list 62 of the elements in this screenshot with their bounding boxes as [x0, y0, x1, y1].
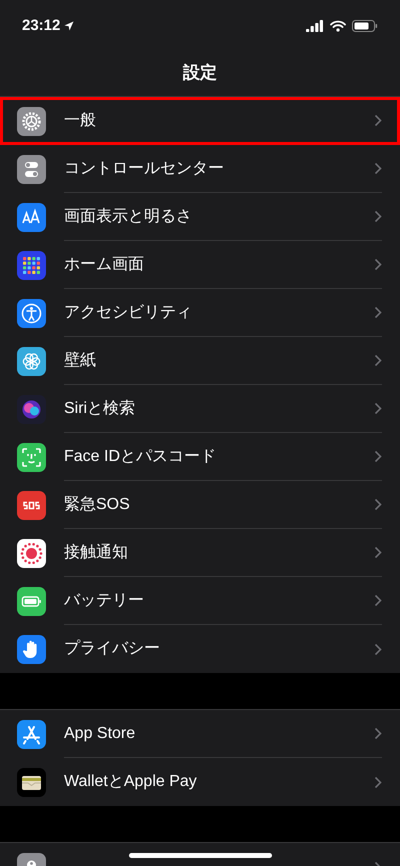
- chevron-icon: [374, 210, 382, 223]
- status-time: 23:12: [22, 16, 60, 36]
- battery-status-icon: [352, 20, 378, 32]
- row-label: コントロールセンター: [64, 158, 224, 178]
- chevron-icon: [374, 642, 382, 656]
- person-icon: [17, 298, 46, 328]
- settings-row[interactable]: 一般: [0, 97, 400, 145]
- settings-row[interactable]: アクセシビリティ: [0, 289, 400, 337]
- settings-row[interactable]: コントロールセンター: [0, 145, 400, 193]
- row-label: ホーム画面: [64, 254, 144, 274]
- row-label: バッテリー: [64, 590, 144, 610]
- battery-icon: [17, 586, 46, 616]
- settings-row[interactable]: App Store: [0, 710, 400, 758]
- row-label: 壁紙: [64, 350, 96, 370]
- row-label: 接触通知: [64, 542, 128, 562]
- settings-row[interactable]: Siriと検索: [0, 385, 400, 433]
- chevron-icon: [374, 498, 382, 511]
- chevron-icon: [374, 546, 382, 559]
- row-label: WalletとApple Pay: [64, 772, 197, 792]
- page-title: 設定: [183, 62, 217, 84]
- signal-icon: [306, 20, 324, 32]
- chevron-icon: [374, 594, 382, 607]
- settings-row[interactable]: Face IDとパスコード: [0, 433, 400, 481]
- gear-icon: [17, 106, 46, 136]
- chevron-icon: [374, 402, 382, 415]
- settings-row[interactable]: WalletとApple Pay: [0, 758, 400, 806]
- toggles-icon: [17, 154, 46, 184]
- location-arrow-icon: [64, 21, 74, 31]
- settings-row[interactable]: 緊急SOS: [0, 481, 400, 529]
- flower-icon: [17, 346, 46, 376]
- chevron-icon: [374, 114, 382, 127]
- row-label: アクセシビリティ: [64, 302, 192, 322]
- row-label: 画面表示と明るさ: [64, 206, 192, 226]
- app-store-icon: [17, 720, 46, 748]
- row-label: Siriと検索: [64, 398, 136, 418]
- settings-row[interactable]: 接触通知: [0, 529, 400, 577]
- row-label: プライバシー: [64, 638, 160, 659]
- face-scan-icon: [17, 442, 46, 472]
- chevron-icon: [374, 727, 382, 740]
- letters-icon: [17, 202, 46, 232]
- row-label: App Store: [64, 724, 136, 744]
- chevron-icon: [374, 306, 382, 319]
- hand-icon: [17, 634, 46, 664]
- chevron-icon: [374, 354, 382, 367]
- wallet-icon: [17, 768, 46, 796]
- settings-row[interactable]: 画面表示と明るさ: [0, 193, 400, 241]
- row-label: 緊急SOS: [64, 494, 130, 514]
- settings-row[interactable]: 壁紙: [0, 337, 400, 385]
- row-label: Face IDとパスコード: [64, 446, 216, 466]
- chevron-icon: [374, 258, 382, 271]
- orb-icon: [17, 394, 46, 424]
- sos-icon: [17, 490, 46, 520]
- row-label: 一般: [64, 110, 96, 130]
- exposure-icon: [17, 538, 46, 568]
- chevron-icon: [374, 776, 382, 788]
- chevron-icon: [374, 162, 382, 175]
- settings-row[interactable]: ホーム画面: [0, 241, 400, 289]
- wifi-icon: [330, 20, 346, 32]
- app-grid-icon: [17, 250, 46, 280]
- settings-row[interactable]: バッテリー: [0, 577, 400, 625]
- chevron-icon: [374, 450, 382, 463]
- settings-row[interactable]: プライバシー: [0, 625, 400, 673]
